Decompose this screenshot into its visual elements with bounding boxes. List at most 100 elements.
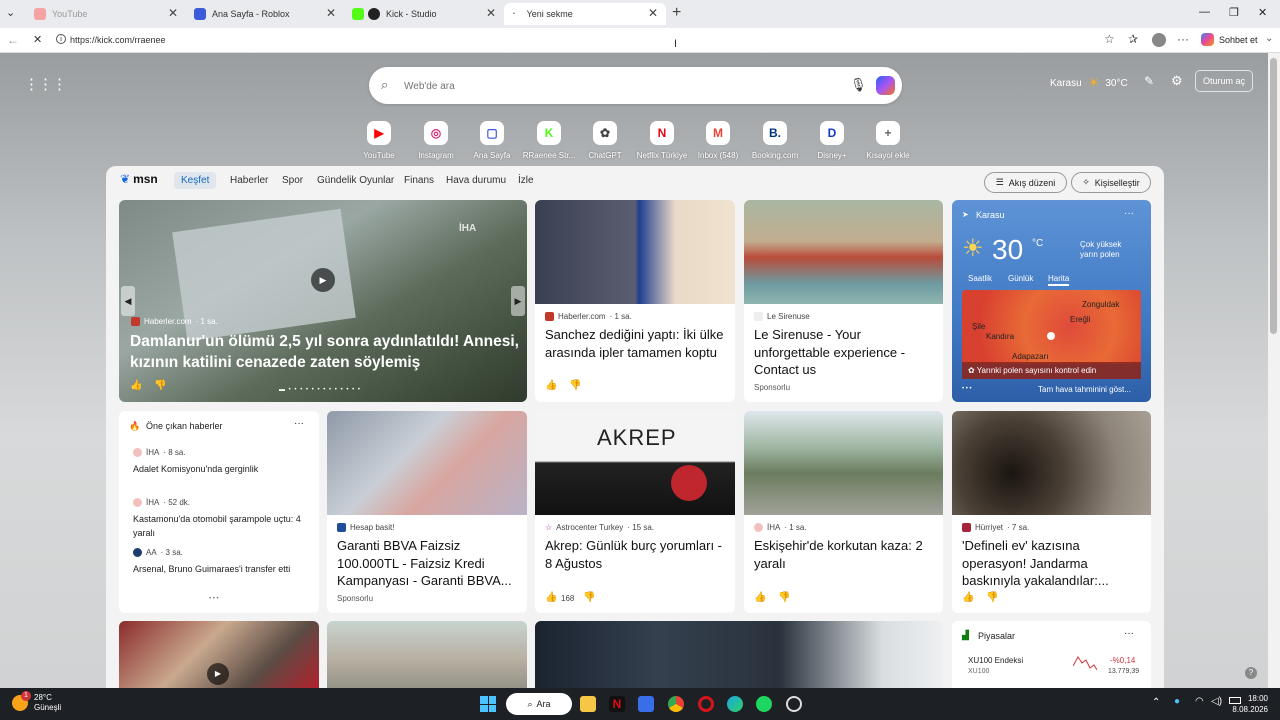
settings-gear-icon[interactable]: ⚙ (1171, 73, 1183, 89)
new-tab-button[interactable]: + (672, 4, 681, 22)
msn-logo[interactable]: ❦ msn (120, 172, 158, 186)
weather-tab-daily[interactable]: Günlük (1008, 274, 1033, 283)
search-input[interactable] (404, 78, 834, 94)
sign-in-button[interactable]: Oturum aç (1195, 70, 1253, 92)
mic-tray-icon[interactable]: ● (1174, 696, 1180, 707)
stop-loading-icon[interactable]: ✕ (33, 33, 42, 46)
shortcut-kick[interactable]: K RRaenee Str... (519, 121, 579, 160)
taskbar-search[interactable]: ⌕ Ara (506, 693, 572, 715)
news-card-finance[interactable] (535, 621, 943, 688)
chrome-icon[interactable] (668, 696, 684, 712)
like-icon[interactable]: 👍 (754, 592, 766, 603)
shortcut-disney[interactable]: D Disney+ (802, 121, 862, 160)
like-icon[interactable]: 👍 (545, 380, 557, 391)
like-icon[interactable]: 👍 (545, 592, 557, 603)
news-card-akrep[interactable]: AKREP ☆ Astrocenter Turkey · 15 sa. Akrep:… (535, 411, 735, 613)
news-card-define[interactable]: Hürriyet · 7 sa. 'Defineli ev' kazısına o… (952, 411, 1151, 613)
search-box[interactable]: ⌕ 🎙 (369, 67, 902, 104)
tab-youtube[interactable]: YouTube ✕ (26, 3, 186, 25)
tab-hava-durumu[interactable]: Hava durumu (446, 175, 506, 186)
markets-more-icon[interactable]: ··· (1124, 628, 1134, 639)
opera-icon[interactable] (698, 696, 714, 712)
news-title[interactable]: Eskişehir'de korkutan kaza: 2 yaralı (754, 537, 938, 572)
video-card[interactable]: ▶ (119, 621, 319, 688)
start-button[interactable] (480, 696, 496, 712)
top-news-item[interactable]: Adalet Komisyonu'nda gerginlik (133, 462, 313, 476)
shortcut-gmail[interactable]: M Inbox (548) (688, 121, 748, 160)
weather-map[interactable]: Zonguldak Ereğli Kandıra Adapazarı Şile (962, 290, 1141, 364)
weather-carousel-dots[interactable]: • • • (962, 386, 972, 392)
weather-tab-hourly[interactable]: Saatlik (968, 274, 992, 283)
copilot-search-icon[interactable] (876, 76, 895, 95)
edge-icon[interactable] (727, 696, 743, 712)
dislike-icon[interactable]: 👎 (986, 592, 998, 603)
more-menu-icon[interactable]: ··· (1177, 32, 1189, 46)
hero-title[interactable]: Damlanur'un ölümü 2,5 yıl sonra aydınlat… (130, 331, 520, 373)
address-input[interactable] (70, 32, 870, 48)
shortcut-plus[interactable]: + Kısayol ekle (858, 121, 918, 160)
close-tab-icon[interactable]: ✕ (648, 6, 658, 20)
shortcut-chatgpt[interactable]: ✿ ChatGPT (575, 121, 635, 160)
help-icon[interactable]: ? (1245, 667, 1257, 679)
top-news-item[interactable]: Arsenal, Bruno Guimaraes'i transfer etti (133, 562, 313, 576)
weather-more-icon[interactable]: ··· (1124, 208, 1134, 219)
feed-layout-button[interactable]: ☰ Akış düzeni (984, 172, 1067, 193)
play-icon[interactable]: ▶ (311, 268, 335, 292)
ad-title[interactable]: Le Sirenuse - Your unforgettable experie… (754, 326, 938, 379)
news-title[interactable]: Akrep: Günlük burç yorumları - 8 Ağustos (545, 537, 729, 572)
netflix-icon[interactable]: N (609, 696, 625, 712)
weather-tab-map[interactable]: Harita (1048, 274, 1070, 286)
dislike-icon[interactable]: 👎 (569, 380, 581, 391)
clock[interactable]: 18:00 8.08.2026 (1228, 693, 1268, 715)
microphone-icon[interactable]: 🎙 (850, 77, 867, 93)
tab-list-chevron-icon[interactable]: ⌄ (6, 6, 15, 19)
scrollbar-thumb[interactable] (1270, 58, 1277, 334)
tab-spor[interactable]: Spor (282, 175, 303, 186)
tab-haberler[interactable]: Haberler (230, 175, 268, 186)
tab-gundelik-oyunlar[interactable]: Gündelik Oyunlar (317, 175, 394, 186)
spotify-icon[interactable] (756, 696, 772, 712)
carousel-next-icon[interactable]: ▶ (511, 286, 525, 316)
tab-finans[interactable]: Finans (404, 175, 434, 186)
close-tab-icon[interactable]: ✕ (168, 6, 178, 20)
weather-taskbar-widget[interactable]: 1 28°C Güneşli (12, 691, 61, 713)
tab-kick[interactable]: Kick - Studio ✕ (344, 3, 504, 25)
pollen-alert[interactable]: Çok yüksek yarın polen (1080, 240, 1138, 260)
index-name[interactable]: XU100 Endeksi (968, 656, 1023, 665)
news-title[interactable]: Sanchez dediğini yaptı: İki ülke arasınd… (545, 326, 729, 361)
tab-kesfet[interactable]: Keşfet (174, 172, 217, 189)
shortcut-netflix[interactable]: N Netflix Türkiye (632, 121, 692, 160)
like-icon[interactable]: 👍 (962, 592, 974, 603)
minimize-button[interactable]: — (1199, 6, 1210, 18)
pollen-check-link[interactable]: ✿ Yarınki polen sayısını kontrol edin (962, 362, 1141, 379)
apps-grid-icon[interactable]: ⋮⋮⋮ (24, 75, 67, 93)
tab-izle[interactable]: İzle (518, 175, 534, 186)
weather-card-location[interactable]: Karasu (976, 210, 1005, 220)
file-explorer-icon[interactable] (580, 696, 596, 712)
favorite-star-icon[interactable]: ☆ (1104, 32, 1115, 46)
favorites-icon[interactable]: ✰ (1128, 32, 1138, 46)
close-tab-icon[interactable]: ✕ (486, 6, 496, 20)
close-window-button[interactable]: ✕ (1258, 6, 1267, 19)
site-info-icon[interactable]: i (56, 34, 66, 44)
shortcut-youtube[interactable]: ▶ YouTube (349, 121, 409, 160)
copilot-button[interactable]: Sohbet et (1201, 33, 1258, 46)
carousel-dots[interactable]: ▬ • • • • • • • • • • • • • (279, 387, 361, 393)
shortcut-booking[interactable]: B. Booking.com (745, 121, 805, 160)
tray-chevron-icon[interactable]: ⌃ (1152, 697, 1160, 708)
wifi-icon[interactable]: ◠ (1195, 696, 1204, 707)
carousel-prev-icon[interactable]: ◀ (121, 286, 135, 316)
chatgpt-icon[interactable] (786, 696, 802, 712)
news-card-elderly[interactable] (327, 621, 527, 688)
news-title[interactable]: 'Defineli ev' kazısına operasyon! Jandar… (962, 537, 1146, 590)
markets-card[interactable]: ▟ Piyasalar ··· XU100 Endeksi XU100 -%0,… (952, 621, 1151, 688)
ad-card-garanti[interactable]: Hesap basit! Garanti BBVA Faizsiz 100.00… (327, 411, 527, 613)
ad-title[interactable]: Garanti BBVA Faizsiz 100.000TL - Faizsiz… (337, 537, 521, 590)
weather-card[interactable]: ➤ Karasu ··· ☀ 30 °C Çok yüksek yarın po… (952, 200, 1151, 402)
dislike-icon[interactable]: 👎 (778, 592, 790, 603)
dislike-icon[interactable]: 👎 (583, 592, 595, 603)
tab-roblox[interactable]: Ana Sayfa - Roblox ✕ (186, 3, 344, 25)
profile-avatar[interactable] (1152, 33, 1166, 47)
news-card-eskisehir[interactable]: İHA · 1 sa. Eskişehir'de korkutan kaza: 2… (744, 411, 943, 613)
top-news-item[interactable]: Kastamonu'da otomobil şarampole uçtu: 4 … (133, 512, 313, 540)
